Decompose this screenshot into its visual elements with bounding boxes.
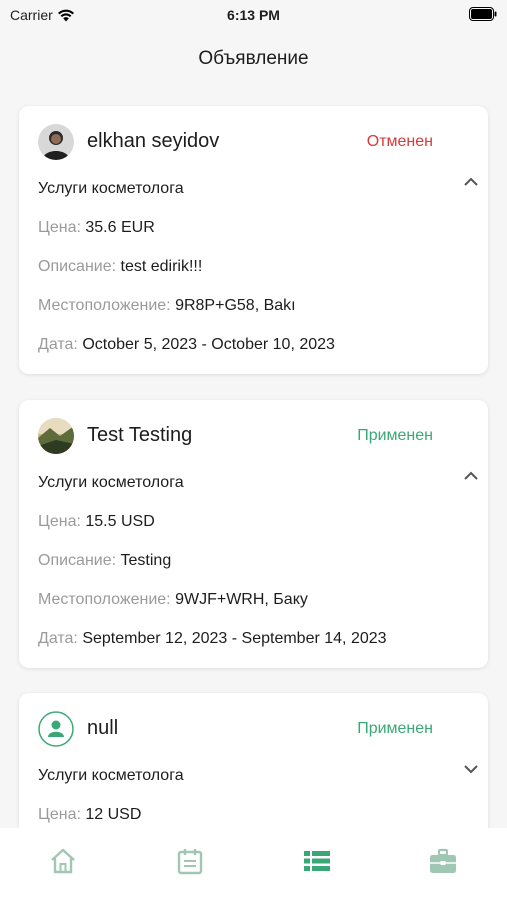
photo-avatar	[38, 124, 74, 160]
page-title: Объявление	[198, 48, 309, 69]
date-label: Дата:	[38, 336, 78, 353]
price-value: 35.6 EUR	[85, 219, 155, 236]
price-value: 15.5 USD	[85, 513, 155, 530]
chevron-down-icon[interactable]	[463, 761, 479, 777]
calendar-icon[interactable]	[175, 846, 205, 876]
card-header: Test Testing Применен	[38, 418, 469, 454]
card-header: null Применен	[38, 711, 469, 747]
status-badge: Применен	[357, 427, 433, 444]
announcement-card[interactable]: Test Testing Применен Услуги косметолога…	[19, 400, 488, 668]
status-time: 6:13 PM	[227, 7, 280, 23]
landscape-avatar	[38, 418, 74, 454]
tab-bar	[0, 828, 507, 900]
location-row: Местоположение: 9R8P+G58, Bakı	[38, 297, 296, 315]
price-label: Цена:	[38, 513, 81, 530]
service-name: Услуги косметолога	[38, 180, 184, 197]
user-name: Test Testing	[87, 424, 193, 446]
description-label: Описание:	[38, 552, 117, 569]
status-bar: Carrier 6:13 PM	[0, 0, 507, 30]
user-name: null	[87, 717, 119, 739]
list-icon[interactable]	[302, 846, 332, 876]
status-badge: Отменен	[366, 133, 433, 150]
date-value: October 5, 2023 - October 10, 2023	[82, 336, 335, 353]
date-label: Дата:	[38, 630, 78, 647]
date-row: Дата: October 5, 2023 - October 10, 2023	[38, 336, 335, 354]
service-row: Услуги косметолога	[38, 474, 184, 492]
price-value: 12 USD	[85, 806, 142, 823]
price-label: Цена:	[38, 806, 81, 823]
chevron-up-icon[interactable]	[463, 468, 479, 484]
description-row: Описание: Testing	[38, 552, 171, 570]
date-row: Дата: September 12, 2023 - September 14,…	[38, 630, 387, 648]
battery-icon	[469, 7, 497, 21]
description-value: test edirik!!!	[120, 258, 203, 275]
location-label: Местоположение:	[38, 591, 171, 608]
service-row: Услуги косметолога	[38, 180, 184, 198]
status-badge: Применен	[357, 720, 433, 737]
user-name: elkhan seyidov	[87, 130, 220, 152]
service-row: Услуги косметолога	[38, 767, 184, 785]
price-label: Цена:	[38, 219, 81, 236]
price-row: Цена: 12 USD	[38, 806, 141, 824]
person-placeholder-icon	[38, 711, 74, 747]
location-label: Местоположение:	[38, 297, 171, 314]
home-icon[interactable]	[48, 846, 78, 876]
price-row: Цена: 35.6 EUR	[38, 219, 155, 237]
avatar	[38, 418, 74, 454]
avatar	[38, 124, 74, 160]
location-value: 9WJF+WRH, Баку	[175, 591, 308, 608]
description-row: Описание: test edirik!!!	[38, 258, 202, 276]
briefcase-icon[interactable]	[428, 846, 458, 876]
description-label: Описание:	[38, 258, 117, 275]
location-row: Местоположение: 9WJF+WRH, Баку	[38, 591, 308, 609]
avatar	[38, 711, 74, 747]
description-value: Testing	[120, 552, 172, 569]
card-header: elkhan seyidov Отменен	[38, 124, 469, 160]
announcement-card[interactable]: elkhan seyidov Отменен Услуги косметолог…	[19, 106, 488, 374]
location-value: 9R8P+G58, Bakı	[175, 297, 296, 314]
service-name: Услуги косметолога	[38, 767, 184, 784]
chevron-up-icon[interactable]	[463, 174, 479, 190]
date-value: September 12, 2023 - September 14, 2023	[82, 630, 387, 647]
service-name: Услуги косметолога	[38, 474, 184, 491]
price-row: Цена: 15.5 USD	[38, 513, 155, 531]
